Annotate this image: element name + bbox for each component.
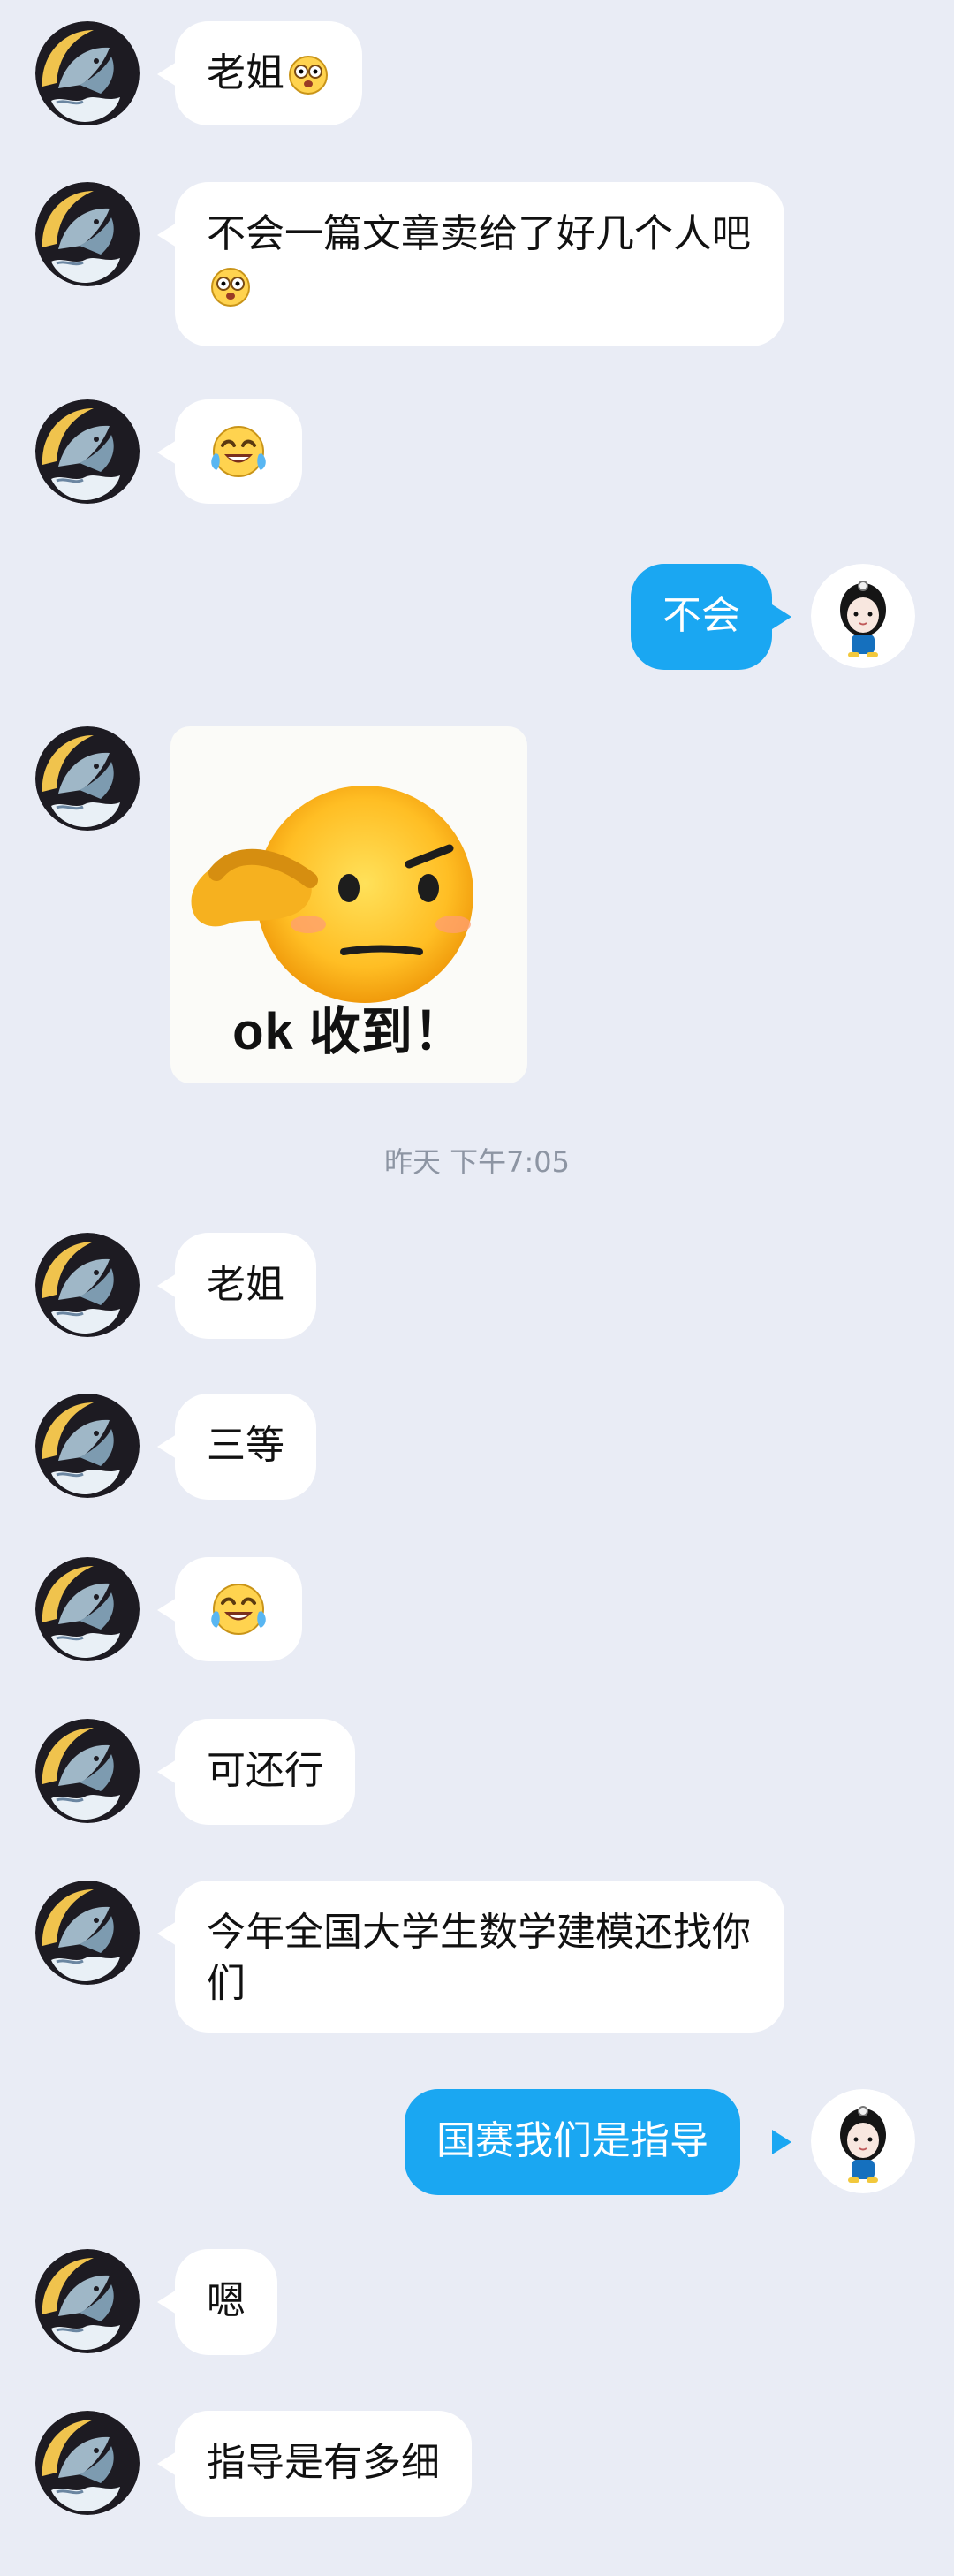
girl-avatar-icon [811, 2089, 915, 2193]
incoming-message-bubble[interactable] [175, 1557, 302, 1661]
dolphin-avatar-icon [35, 1881, 140, 1985]
incoming-bubble-tail [157, 62, 177, 87]
shocked-face-icon [289, 56, 328, 95]
incoming-avatar[interactable] [35, 1394, 140, 1498]
incoming-message-bubble[interactable]: 老姐 [175, 21, 362, 125]
incoming-bubble-tail [157, 2451, 177, 2476]
outgoing-bubble-tail [772, 604, 791, 629]
incoming-message-bubble[interactable]: 不会一篇文章卖给了好几个人吧 [175, 182, 784, 346]
incoming-message-bubble[interactable]: 老姐 [175, 1233, 316, 1339]
dolphin-avatar-icon [35, 2411, 140, 2515]
message-text: 指导是有多细 [207, 2440, 440, 2485]
dolphin-avatar-icon [35, 1557, 140, 1661]
incoming-bubble-tail [157, 1759, 177, 1784]
incoming-avatar[interactable] [35, 1233, 140, 1337]
incoming-avatar[interactable] [35, 1719, 140, 1823]
dolphin-avatar-icon [35, 21, 140, 125]
dolphin-avatar-icon [35, 182, 140, 286]
timestamp: 昨天 下午7:05 [383, 1145, 571, 1179]
incoming-avatar[interactable] [35, 2249, 140, 2353]
outgoing-message-bubble[interactable]: 国赛我们是指导 [405, 2089, 740, 2195]
incoming-message-bubble[interactable]: 三等 [175, 1394, 316, 1500]
girl-avatar-icon [811, 564, 915, 668]
message-text: 不会 [662, 593, 740, 638]
laughing-tears-icon [211, 1584, 266, 1635]
shocked-face-icon [211, 268, 250, 307]
message-text: 可还行 [207, 1748, 323, 1793]
incoming-avatar[interactable] [35, 1557, 140, 1661]
message-text: 三等 [207, 1423, 284, 1468]
sticker-message[interactable]: ok 收到！ [170, 726, 527, 1083]
incoming-message-bubble[interactable]: 嗯 [175, 2249, 277, 2355]
incoming-message-bubble[interactable]: 指导是有多细 [175, 2411, 472, 2517]
dolphin-avatar-icon [35, 726, 140, 831]
dolphin-avatar-icon [35, 399, 140, 504]
incoming-message-bubble[interactable]: 可还行 [175, 1719, 355, 1825]
incoming-bubble-tail [157, 1273, 177, 1298]
dolphin-avatar-icon [35, 1233, 140, 1337]
message-text: 不会一篇文章卖给了好几个人吧 [207, 211, 751, 256]
outgoing-avatar[interactable] [811, 564, 915, 668]
message-text: 嗯 [207, 2278, 246, 2323]
dolphin-avatar-icon [35, 2249, 140, 2353]
incoming-avatar[interactable] [35, 726, 140, 831]
chat-area[interactable]: 老姐 不会一篇文章卖给了好几个人吧 不会 ok 收到！ 昨天 下午7:05 老姐… [0, 0, 954, 2576]
incoming-message-bubble[interactable]: 今年全国大学生数学建模还找你们 [175, 1881, 784, 2033]
message-text: 今年全国大学生数学建模还找你们 [207, 1910, 751, 2006]
dolphin-avatar-icon [35, 1719, 140, 1823]
incoming-avatar[interactable] [35, 1881, 140, 1985]
incoming-bubble-tail [157, 2290, 177, 2314]
incoming-avatar[interactable] [35, 2411, 140, 2515]
outgoing-message-bubble[interactable]: 不会 [631, 564, 772, 670]
incoming-avatar[interactable] [35, 399, 140, 504]
outgoing-avatar[interactable] [811, 2089, 915, 2193]
incoming-avatar[interactable] [35, 182, 140, 286]
sticker-text: ok 收到！ [232, 1003, 466, 1060]
outgoing-bubble-tail [772, 2130, 791, 2154]
incoming-message-bubble[interactable] [175, 399, 302, 504]
message-text: 老姐 [207, 50, 284, 95]
dolphin-avatar-icon [35, 1394, 140, 1498]
laughing-tears-icon [211, 426, 266, 477]
message-text: 国赛我们是指导 [436, 2118, 708, 2163]
incoming-bubble-tail [157, 1921, 177, 1946]
incoming-bubble-tail [157, 440, 177, 465]
incoming-bubble-tail [157, 223, 177, 247]
incoming-bubble-tail [157, 1434, 177, 1459]
incoming-bubble-tail [157, 1598, 177, 1622]
message-text: 老姐 [207, 1262, 284, 1307]
incoming-avatar[interactable] [35, 21, 140, 125]
